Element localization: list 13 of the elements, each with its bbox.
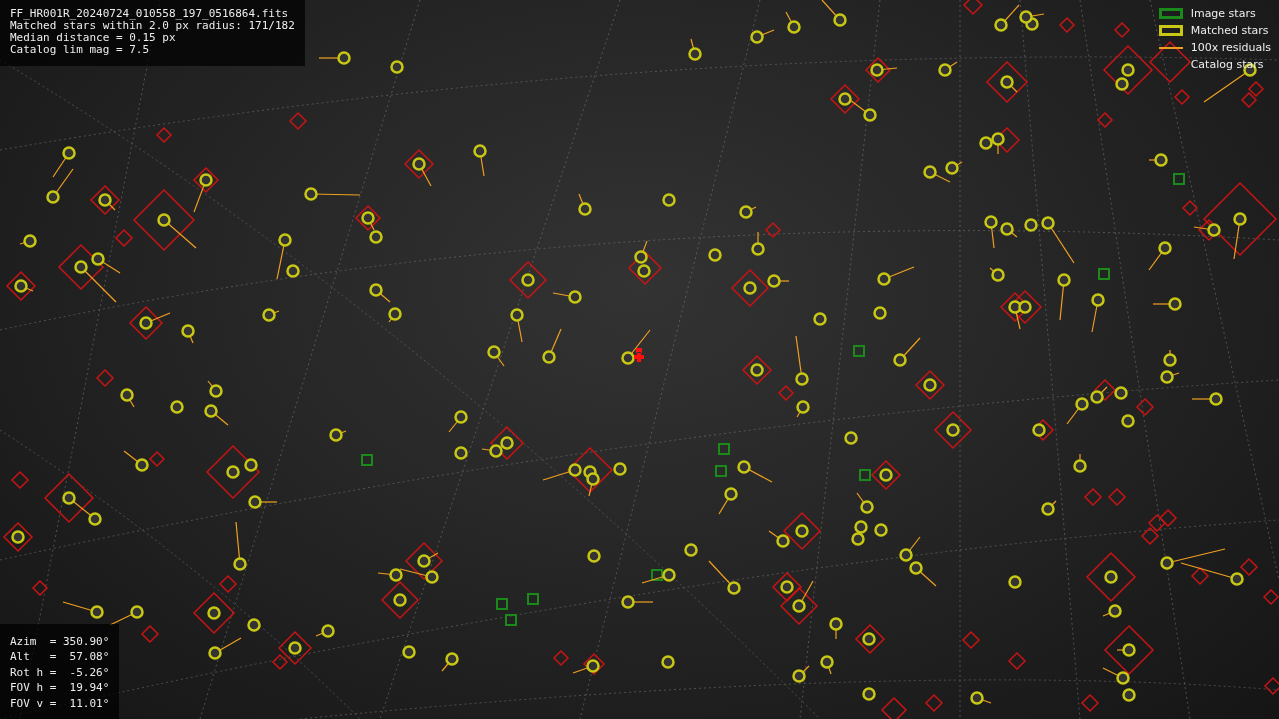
pointing-text: Alt = 57.08° (10, 649, 110, 665)
info-text: Catalog lim mag = 7.5 (10, 44, 151, 56)
legend-label: Catalog stars (1190, 58, 1264, 71)
pointing-text: Rot h = -5.26° (10, 664, 110, 680)
info-text: FF_HR001R_20240724_010558_197_0516864.fits (10, 8, 290, 20)
legend-label: Image stars (1190, 7, 1256, 20)
pointing-text: FOV h = 19.94° (10, 680, 110, 696)
info-text: Matched stars within 2.0 px radius: 171/182 (10, 20, 295, 32)
pointing-text: FOV v = 11.01° (10, 695, 110, 711)
legend-label: 100x residuals (1190, 41, 1271, 54)
legend-label: Matched stars (1190, 24, 1269, 37)
pointing-text: Azim = 350.90° (10, 633, 110, 649)
info-text: Median distance = 0.15 px (10, 32, 177, 44)
